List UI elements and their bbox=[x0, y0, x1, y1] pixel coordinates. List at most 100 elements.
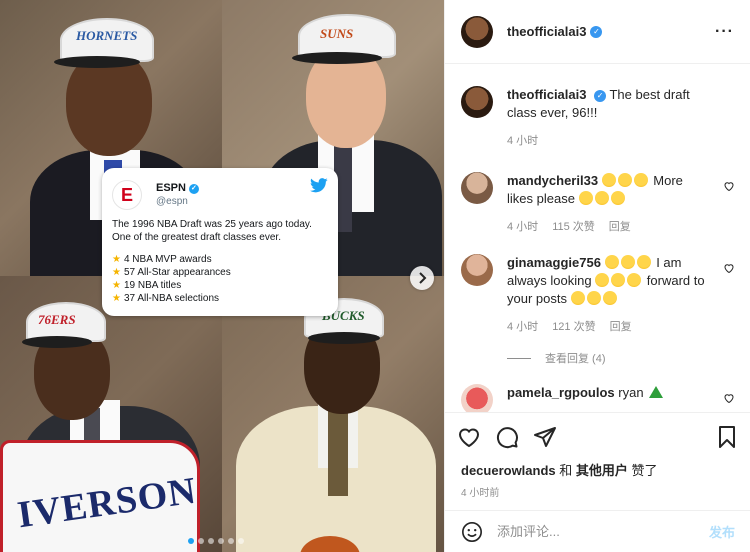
carousel-dot bbox=[228, 538, 234, 544]
twitter-bird-icon bbox=[310, 178, 328, 193]
heart-icon[interactable] bbox=[723, 180, 735, 192]
comment-meta: 4 小时 115 次赞 回复 bbox=[507, 218, 707, 236]
comment-username[interactable]: pamela_rgpoulos bbox=[507, 385, 615, 400]
smiling-emoji-icon bbox=[601, 173, 616, 187]
tweet-stat: ★ 57 All-Star appearances bbox=[112, 266, 328, 279]
reply-button[interactable]: 回复 bbox=[610, 318, 632, 336]
verified-icon: ✓ bbox=[590, 25, 603, 38]
add-comment-bar: 发布 bbox=[445, 510, 750, 552]
liked-by: decuerowlands 和 其他用户 赞了 bbox=[461, 460, 658, 479]
jersey-text: IVERSON bbox=[14, 469, 200, 537]
heart-icon[interactable] bbox=[723, 262, 735, 274]
comment: mandycheril33 More likes please 4 小时 115… bbox=[461, 172, 735, 236]
tweet-stat-text: 37 All-NBA selections bbox=[123, 293, 220, 304]
heart-icon[interactable] bbox=[457, 425, 481, 449]
view-replies-button[interactable]: 查看回复 (4) bbox=[507, 350, 735, 366]
tweet-text: The 1996 NBA Draft was 25 years ago toda… bbox=[112, 219, 312, 243]
iverson-jersey: IVERSON bbox=[0, 440, 200, 552]
comment-likes[interactable]: 115 次赞 bbox=[552, 218, 595, 236]
chevron-right-icon bbox=[419, 272, 427, 284]
cap-bill bbox=[22, 336, 92, 348]
comment-username[interactable]: mandycheril33 bbox=[507, 173, 598, 188]
espn-tweet-card: E ESPN ✓ @espn The 1996 NBA Draft was 25… bbox=[102, 168, 338, 316]
tie bbox=[328, 406, 348, 496]
smiling-emoji-icon bbox=[617, 173, 632, 187]
caption-meta: 4 小时 bbox=[507, 132, 707, 150]
liked-by-others[interactable]: 其他用户 bbox=[576, 463, 628, 478]
cap-bill bbox=[54, 56, 140, 68]
smiling-emoji-icon bbox=[586, 291, 601, 305]
comment-text: ryan bbox=[618, 385, 644, 400]
cap-label: HORNETS bbox=[76, 28, 138, 43]
post-header: theofficialai3 ✓ ··· bbox=[445, 0, 750, 64]
smiling-emoji-icon bbox=[578, 191, 593, 205]
tweet-header: E ESPN ✓ @espn bbox=[112, 178, 328, 212]
carousel-dot bbox=[208, 538, 214, 544]
star-icon: ★ bbox=[112, 280, 121, 291]
tweet-stat-text: 57 All-Star appearances bbox=[123, 267, 231, 278]
avatar[interactable] bbox=[461, 172, 493, 204]
comment-input[interactable] bbox=[497, 524, 697, 539]
avatar[interactable] bbox=[461, 86, 493, 118]
tweet-author-name: ESPN ✓ bbox=[156, 182, 199, 195]
share-icon[interactable] bbox=[533, 425, 557, 449]
more-icon[interactable]: ··· bbox=[715, 23, 734, 41]
avatar[interactable] bbox=[461, 254, 493, 286]
photo-allen: BUCKS bbox=[222, 276, 444, 552]
carousel-dot bbox=[188, 538, 194, 544]
smiling-emoji-icon bbox=[633, 173, 648, 187]
caption-time[interactable]: 4 小时 bbox=[507, 132, 538, 150]
carousel-next-button[interactable] bbox=[410, 266, 434, 290]
comments-list[interactable]: theofficialai3 ✓ The best draft class ev… bbox=[445, 64, 750, 412]
bookmark-icon[interactable] bbox=[715, 425, 739, 449]
comment-icon[interactable] bbox=[495, 425, 519, 449]
post-image[interactable]: HORNETS SUNS 76ERS BUCKS IVERSON E ESPN … bbox=[0, 0, 444, 552]
comment-time[interactable]: 4 小时 bbox=[507, 218, 538, 236]
comment-username[interactable]: ginamaggie756 bbox=[507, 255, 601, 270]
tweet-stat: ★ 37 All-NBA selections bbox=[112, 292, 328, 305]
post-comment-button[interactable]: 发布 bbox=[709, 522, 735, 541]
liked-by-user[interactable]: decuerowlands bbox=[461, 463, 556, 478]
verified-icon: ✓ bbox=[594, 89, 607, 102]
tweet-stat: ★ 4 NBA MVP awards bbox=[112, 253, 328, 266]
comment-likes[interactable]: 121 次赞 bbox=[552, 318, 595, 336]
cap-label: 76ERS bbox=[38, 312, 76, 327]
header-username[interactable]: theofficialai3 bbox=[507, 24, 586, 39]
tweet-stat: ★ 19 NBA titles bbox=[112, 279, 328, 292]
liked-by-and: 和 bbox=[555, 463, 576, 478]
smiling-emoji-icon bbox=[602, 291, 617, 305]
smiling-emoji-icon bbox=[604, 255, 619, 269]
emoji-picker-icon[interactable] bbox=[461, 521, 483, 543]
carousel-dot bbox=[198, 538, 204, 544]
caption-username[interactable]: theofficialai3 bbox=[507, 87, 586, 102]
star-icon: ★ bbox=[112, 267, 121, 278]
comment-meta: 4 小时 121 次赞 回复 bbox=[507, 318, 707, 336]
caption-body: theofficialai3 ✓ The best draft class ev… bbox=[507, 86, 707, 150]
tweet-stat-text: 19 NBA titles bbox=[123, 280, 182, 291]
smiling-emoji-icon bbox=[610, 191, 625, 205]
divider bbox=[507, 357, 531, 359]
heart-icon[interactable] bbox=[723, 392, 735, 404]
comment-time[interactable]: 4 小时 bbox=[507, 318, 538, 336]
smiling-emoji-icon bbox=[570, 291, 585, 305]
smiling-emoji-icon bbox=[611, 273, 626, 287]
tweet-handle: @espn bbox=[156, 196, 188, 207]
comment: ginamaggie756 I am always looking forwar… bbox=[461, 254, 735, 336]
comment-body: mandycheril33 More likes please 4 小时 115… bbox=[507, 172, 707, 236]
avatar[interactable] bbox=[461, 15, 493, 48]
reply-button[interactable]: 回复 bbox=[609, 218, 631, 236]
espn-logo: E bbox=[112, 180, 142, 210]
carousel-dot bbox=[218, 538, 224, 544]
cap-bill bbox=[292, 52, 382, 64]
smiling-emoji-icon bbox=[627, 273, 642, 287]
comment-body: pamela_rgpoulos ryan bbox=[507, 384, 707, 412]
tweet-stat-text: 4 NBA MVP awards bbox=[123, 254, 212, 265]
verified-icon: ✓ bbox=[188, 183, 199, 194]
cap-label: SUNS bbox=[320, 26, 354, 41]
post-actions bbox=[445, 412, 750, 460]
avatar[interactable] bbox=[461, 384, 493, 412]
tweet-author: ESPN ✓ @espn bbox=[156, 182, 199, 208]
tree-emoji-icon bbox=[649, 386, 664, 398]
post-time[interactable]: 4 小时前 bbox=[461, 484, 499, 499]
comment-body: ginamaggie756 I am always looking forwar… bbox=[507, 254, 707, 336]
